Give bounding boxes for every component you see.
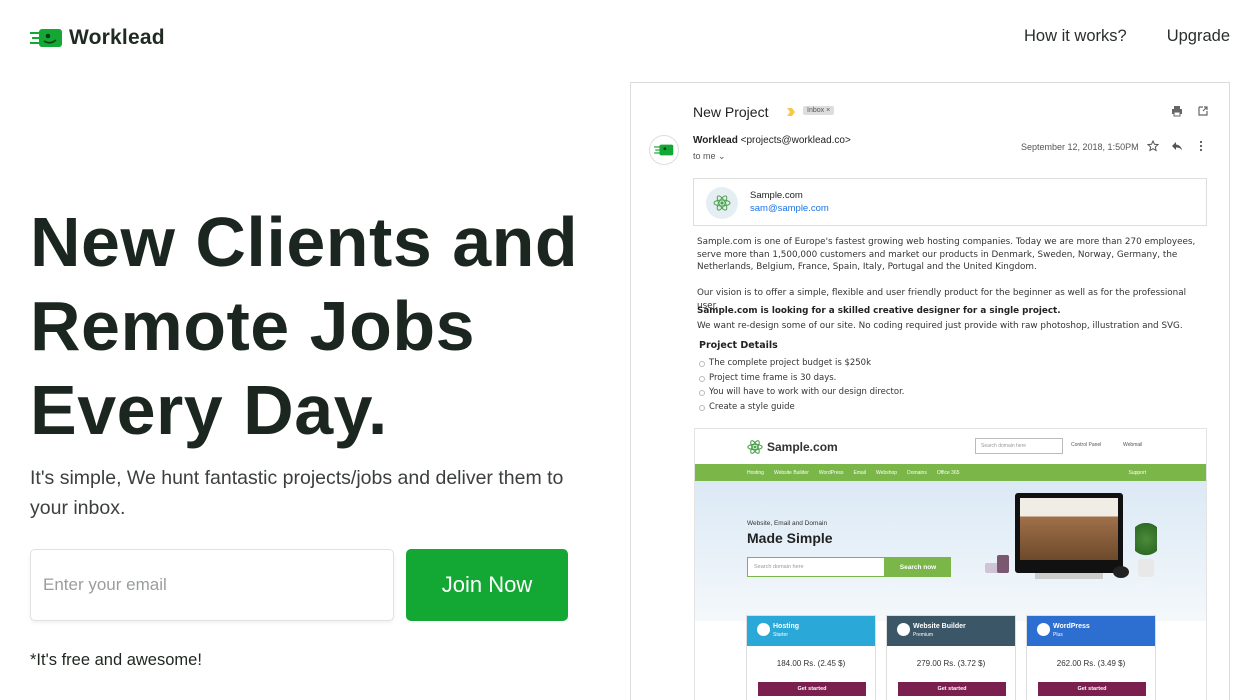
site-hero-title: Made Simple: [747, 530, 833, 546]
contact-avatar: [706, 187, 738, 219]
list-item: Project time frame is 30 days.: [699, 371, 905, 386]
hero-subtext: It's simple, We hunt fantastic projects/…: [30, 467, 564, 519]
site-nav-item: Webshop: [876, 469, 898, 476]
importance-marker-icon[interactable]: [786, 107, 796, 117]
website-builder-icon: [897, 623, 910, 636]
monitor-screen-image: [1020, 498, 1118, 560]
project-details-list: The complete project budget is $250k Pro…: [699, 356, 905, 414]
plan-card-website-builder: Website Builder Premium 279.00 Rs. (3.72…: [886, 615, 1016, 700]
site-nav-support: Support: [1128, 470, 1146, 476]
site-nav-item: Hosting: [747, 469, 764, 476]
project-details-title: Project Details: [699, 340, 778, 351]
monitor-image: [1015, 493, 1123, 573]
star-icon[interactable]: [1147, 140, 1159, 152]
logo[interactable]: Worklead: [30, 26, 165, 50]
reply-icon[interactable]: [1171, 140, 1183, 152]
list-item: You will have to work with our design di…: [699, 385, 905, 400]
join-now-button[interactable]: Join Now: [406, 549, 568, 621]
site-nav-item: Office 365: [936, 469, 960, 476]
email-input[interactable]: [30, 549, 394, 621]
site-webmail: Webmail: [1123, 442, 1143, 448]
email-top-actions: [1171, 105, 1209, 117]
plan-tier: Starter: [773, 632, 789, 638]
email-paragraph-3: Sample.com is looking for a skilled crea…: [697, 306, 1061, 316]
sender-avatar: [649, 135, 679, 165]
hosting-icon: [757, 623, 770, 636]
plan-card-hosting: Hosting Starter 184.00 Rs. (2.45 $) Get …: [746, 615, 876, 700]
plan-header: WordPress Plus: [1027, 616, 1155, 646]
plan-header: Hosting Starter: [747, 616, 875, 646]
email-subject: New Project: [693, 104, 769, 120]
logo-text: Worklead: [69, 26, 165, 49]
site-hero-subtitle: Website, Email and Domain: [747, 520, 828, 527]
site-logo-text: Sample.com: [767, 440, 838, 454]
worklead-logo-icon: [30, 29, 62, 47]
plan-get-started-button: Get started: [1038, 682, 1146, 696]
email-preview: New Project Inbox × Worklead <projects@w…: [630, 82, 1230, 700]
plan-name: WordPress: [1053, 623, 1090, 630]
more-vert-icon[interactable]: [1195, 140, 1207, 152]
recipient-toggle[interactable]: to me ⌄: [693, 151, 726, 162]
site-hero: Website, Email and Domain Made Simple Se…: [695, 481, 1206, 621]
site-nav: Hosting Website Builder WordPress Email …: [695, 464, 1206, 481]
plan-header: Website Builder Premium: [887, 616, 1015, 646]
message-actions: [1147, 140, 1207, 152]
headline: New Clients and Remote Jobs Every Day.: [30, 200, 610, 452]
nav-upgrade[interactable]: Upgrade: [1167, 27, 1230, 46]
atom-icon: [713, 195, 731, 211]
nav-how-it-works[interactable]: How it works?: [1024, 27, 1127, 46]
plan-name: Website Builder: [913, 623, 966, 630]
monitor-stand-image: [1035, 573, 1103, 579]
plan-name: Hosting: [773, 623, 800, 630]
plan-get-started-button: Get started: [758, 682, 866, 696]
list-item: Create a style guide: [699, 400, 905, 415]
headline-line-2: Remote Jobs: [30, 287, 476, 365]
wordpress-icon: [1037, 623, 1050, 636]
free-note: *It's free and awesome!: [30, 651, 202, 669]
inbox-label[interactable]: Inbox ×: [803, 106, 835, 115]
contact-name: Sample.com: [750, 190, 803, 201]
recipient-label: to me: [693, 151, 716, 161]
print-icon[interactable]: [1171, 105, 1183, 117]
contact-email-link[interactable]: sam@sample.com: [750, 203, 829, 214]
plan-tier: Premium: [913, 632, 934, 638]
site-search-button: Search now: [885, 557, 951, 577]
plan-tier: Plus: [1053, 632, 1063, 638]
sender-email: <projects@worklead.co>: [740, 135, 851, 146]
plan-card-wordpress: WordPress Plus 262.00 Rs. (3.49 $) Get s…: [1026, 615, 1156, 700]
cup-image: [997, 555, 1009, 573]
plan-get-started-button: Get started: [898, 682, 1006, 696]
sender: Worklead <projects@worklead.co>: [693, 135, 851, 146]
list-item: The complete project budget is $250k: [699, 356, 905, 371]
headline-line-1: New Clients and: [30, 203, 579, 281]
email-paragraph-1: Sample.com is one of Europe's fastest gr…: [697, 237, 1196, 273]
plant-image: [1135, 523, 1157, 563]
site-nav-item: WordPress: [818, 469, 844, 476]
plan-price: 279.00 Rs. (3.72 $): [916, 659, 986, 668]
plant-pot-image: [1138, 559, 1154, 577]
plan-price: 184.00 Rs. (2.45 $): [776, 659, 846, 668]
site-domain-input: Search domain here: [747, 557, 885, 577]
email-paragraph-4: We want re-design some of our site. No c…: [697, 321, 1183, 331]
atom-icon: [747, 440, 763, 454]
site-nav-item: Domains: [907, 469, 927, 476]
chevron-down-icon: ⌄: [718, 151, 726, 161]
site-nav-item: Website Builder: [773, 469, 809, 476]
site-search-input: Search domain here: [975, 438, 1063, 454]
plan-price: 262.00 Rs. (3.49 $): [1056, 659, 1126, 668]
open-in-new-icon[interactable]: [1197, 105, 1209, 117]
website-preview: Sample.com Search domain here Control Pa…: [694, 428, 1207, 700]
speaker-image: [1113, 566, 1129, 578]
site-logo: Sample.com: [747, 439, 838, 455]
sender-name: Worklead: [693, 135, 738, 146]
headline-line-3: Every Day.: [30, 371, 388, 449]
contact-card: Sample.com sam@sample.com: [693, 178, 1207, 226]
site-nav-item: Email: [853, 469, 867, 476]
top-nav: How it works? Upgrade: [1024, 27, 1230, 46]
email-date: September 12, 2018, 1:50PM: [1021, 142, 1139, 152]
site-control-panel: Control Panel: [1071, 442, 1102, 448]
worklead-avatar-icon: [654, 144, 674, 156]
